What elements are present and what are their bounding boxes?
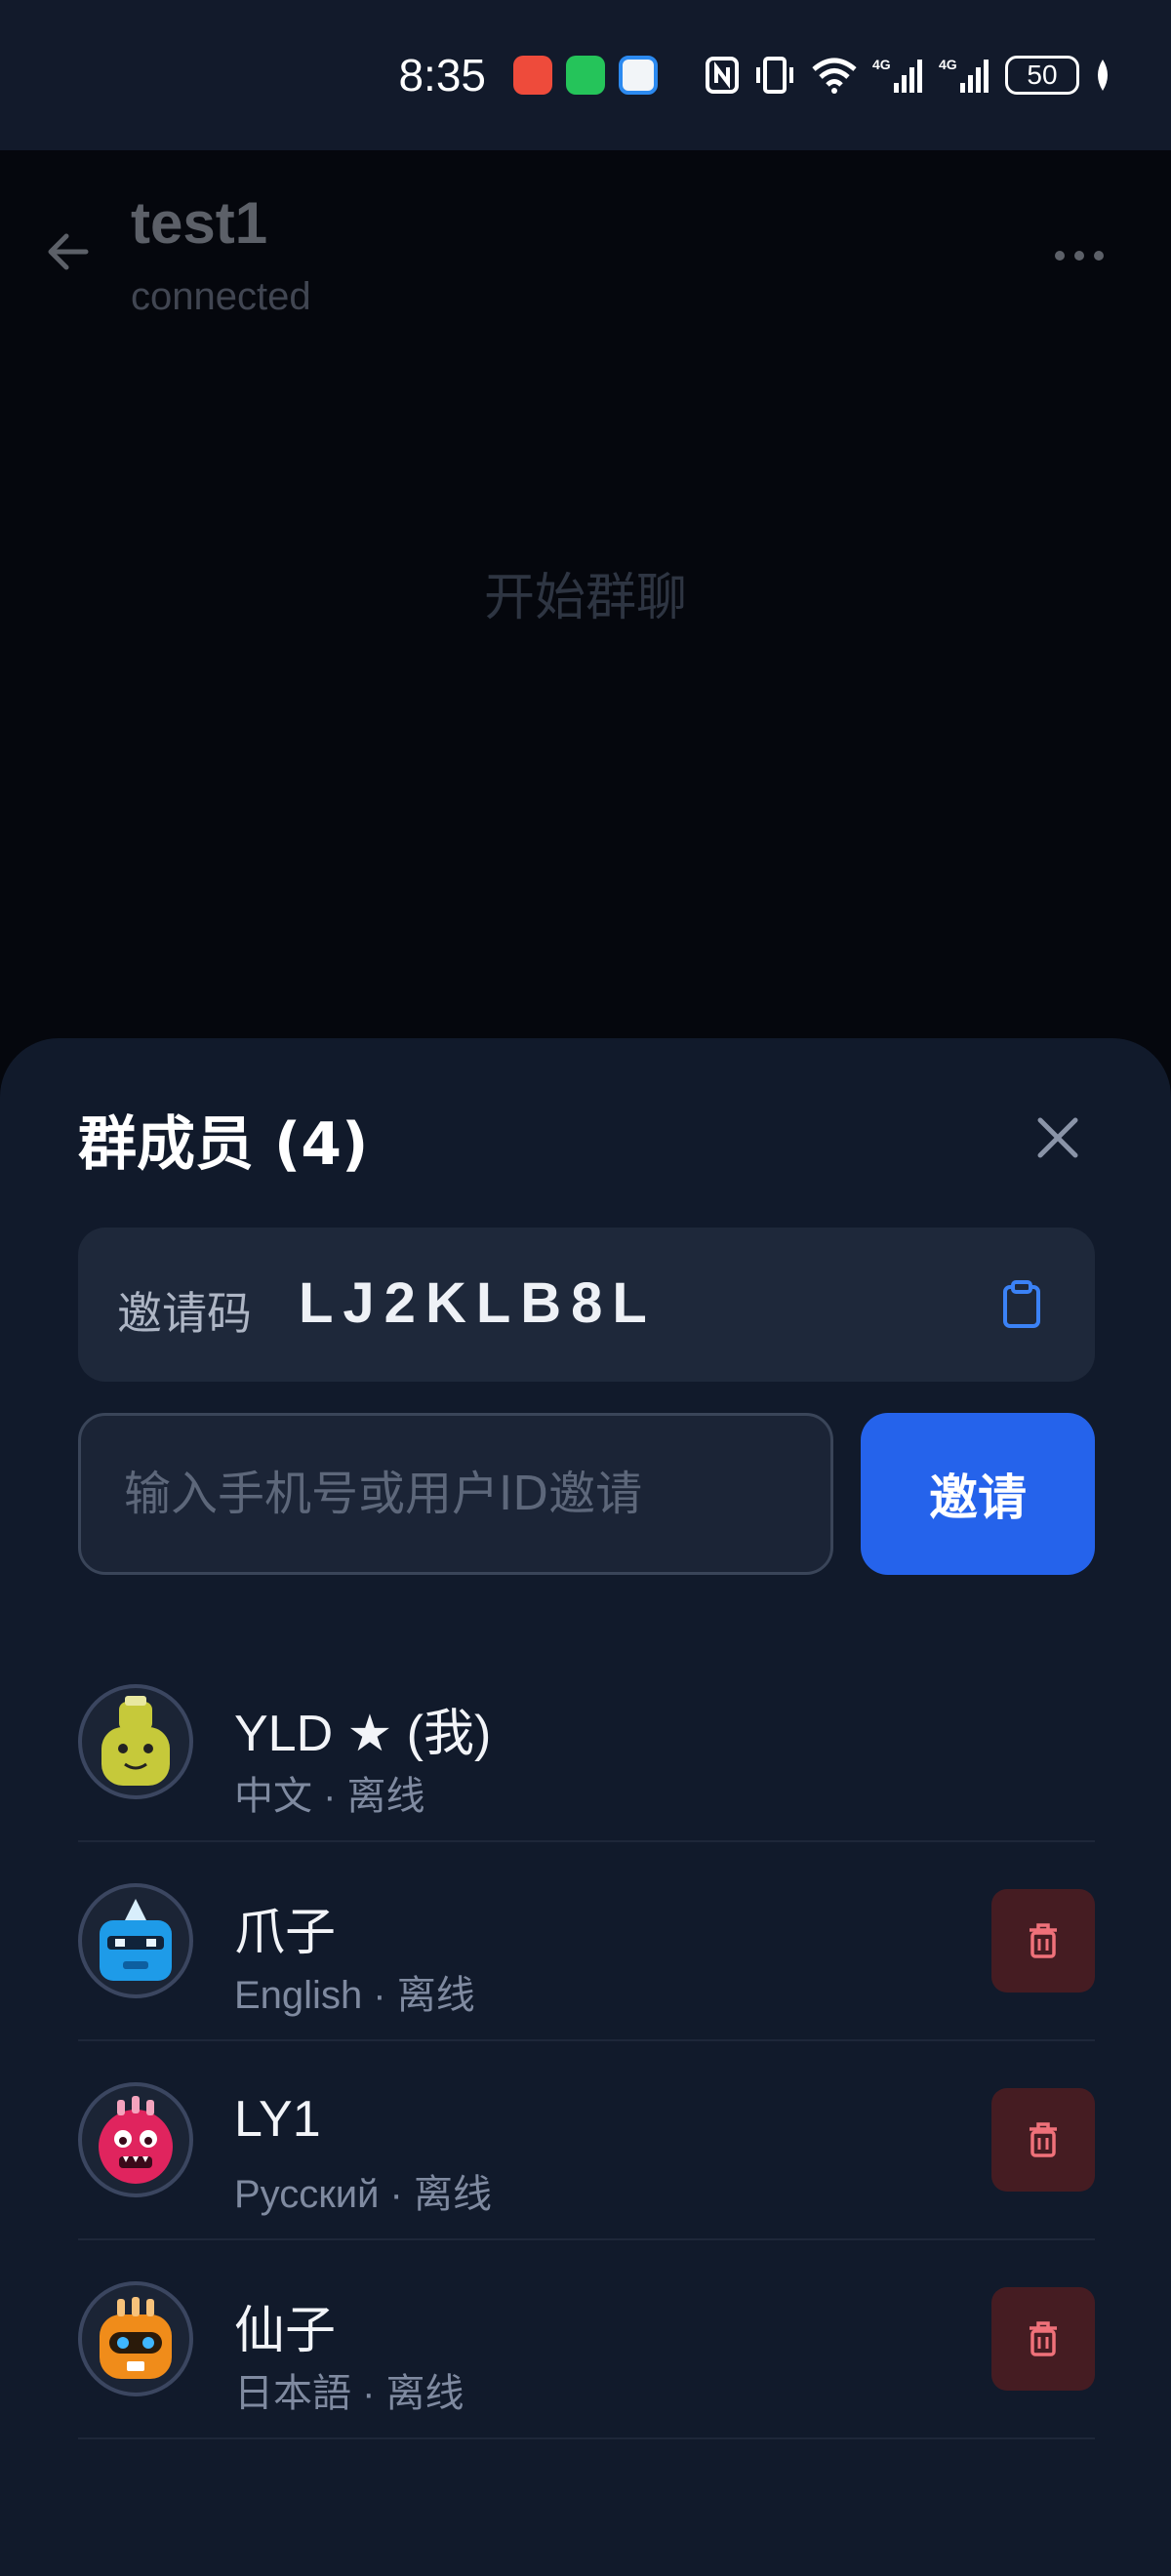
member-list: YLD ★ (我) 中文 · 离线 爪子 English · 离线 LY1 Ру… — [78, 1643, 1095, 2439]
member-language-status: 日本語 · 离线 — [234, 2372, 464, 2415]
member-name: LY1 — [234, 2091, 321, 2148]
remove-member-button[interactable] — [991, 1889, 1095, 1992]
invite-code-label: 邀请码 — [117, 1287, 252, 1340]
message-app-icon — [619, 56, 658, 95]
back-arrow-icon[interactable] — [43, 224, 98, 279]
trash-icon — [1030, 1923, 1057, 1958]
avatar — [78, 2082, 193, 2197]
invite-code-card: 邀请码 LJ2KLB8L — [78, 1228, 1095, 1382]
sheet-title: 群成员 (4) — [78, 1110, 369, 1179]
avatar — [78, 1684, 193, 1799]
member-language-status: 中文 · 离线 — [234, 1775, 425, 1818]
robot-avatar-icon — [101, 1696, 170, 1786]
robot-avatar-icon — [100, 2297, 172, 2379]
avatar — [78, 1883, 193, 1998]
member-name: 仙子 — [234, 2303, 337, 2359]
invite-code-value: LJ2KLB8L — [299, 1271, 657, 1335]
svg-text:4G: 4G — [939, 57, 957, 72]
nfc-icon — [706, 57, 739, 94]
member-language-status: Русский · 离线 — [234, 2173, 492, 2216]
robot-avatar-icon — [100, 1899, 172, 1981]
battery-icon: 50 — [1005, 56, 1079, 95]
remove-member-button[interactable] — [991, 2287, 1095, 2391]
members-sheet: 群成员 (4) 邀请码 LJ2KLB8L 邀请 YL — [0, 1038, 1171, 2576]
remove-member-button[interactable] — [991, 2088, 1095, 2192]
more-options-icon[interactable] — [1052, 244, 1107, 267]
chat-title: test1 — [131, 190, 268, 256]
wifi-icon — [812, 58, 857, 94]
connection-status: connected — [131, 275, 311, 318]
member-name: 爪子 — [234, 1905, 337, 1961]
leaf-icon — [1098, 60, 1108, 91]
monster-avatar-icon — [99, 2096, 173, 2184]
svg-text:4G: 4G — [872, 57, 891, 72]
status-bar: 8:35 4G 4G 50 — [0, 0, 1171, 150]
close-icon[interactable] — [1027, 1107, 1089, 1169]
trash-icon — [1030, 2321, 1057, 2356]
member-row[interactable]: 爪子 English · 离线 — [78, 1842, 1095, 2041]
signal-4g-icon: 4G — [939, 57, 989, 93]
signal-4g-icon: 4G — [872, 57, 922, 93]
member-row[interactable]: LY1 Русский · 离线 — [78, 2041, 1095, 2240]
status-time: 8:35 — [398, 50, 486, 101]
wechat-icon — [566, 56, 605, 95]
invite-input[interactable] — [78, 1413, 833, 1575]
trash-icon — [1030, 2122, 1057, 2157]
member-row[interactable]: YLD ★ (我) 中文 · 离线 — [78, 1643, 1095, 1842]
notification-app-icon — [513, 56, 552, 95]
invite-button[interactable]: 邀请 — [861, 1413, 1095, 1575]
member-row[interactable]: 仙子 日本語 · 离线 — [78, 2240, 1095, 2439]
member-language-status: English · 离线 — [234, 1974, 475, 2017]
clipboard-icon[interactable] — [995, 1278, 1048, 1331]
avatar — [78, 2281, 193, 2396]
empty-chat-text: 开始群聊 — [483, 569, 687, 627]
member-name: YLD ★ (我) — [234, 1706, 492, 1762]
chat-header: test1 connected — [0, 150, 1171, 345]
vibrate-icon — [756, 57, 793, 94]
